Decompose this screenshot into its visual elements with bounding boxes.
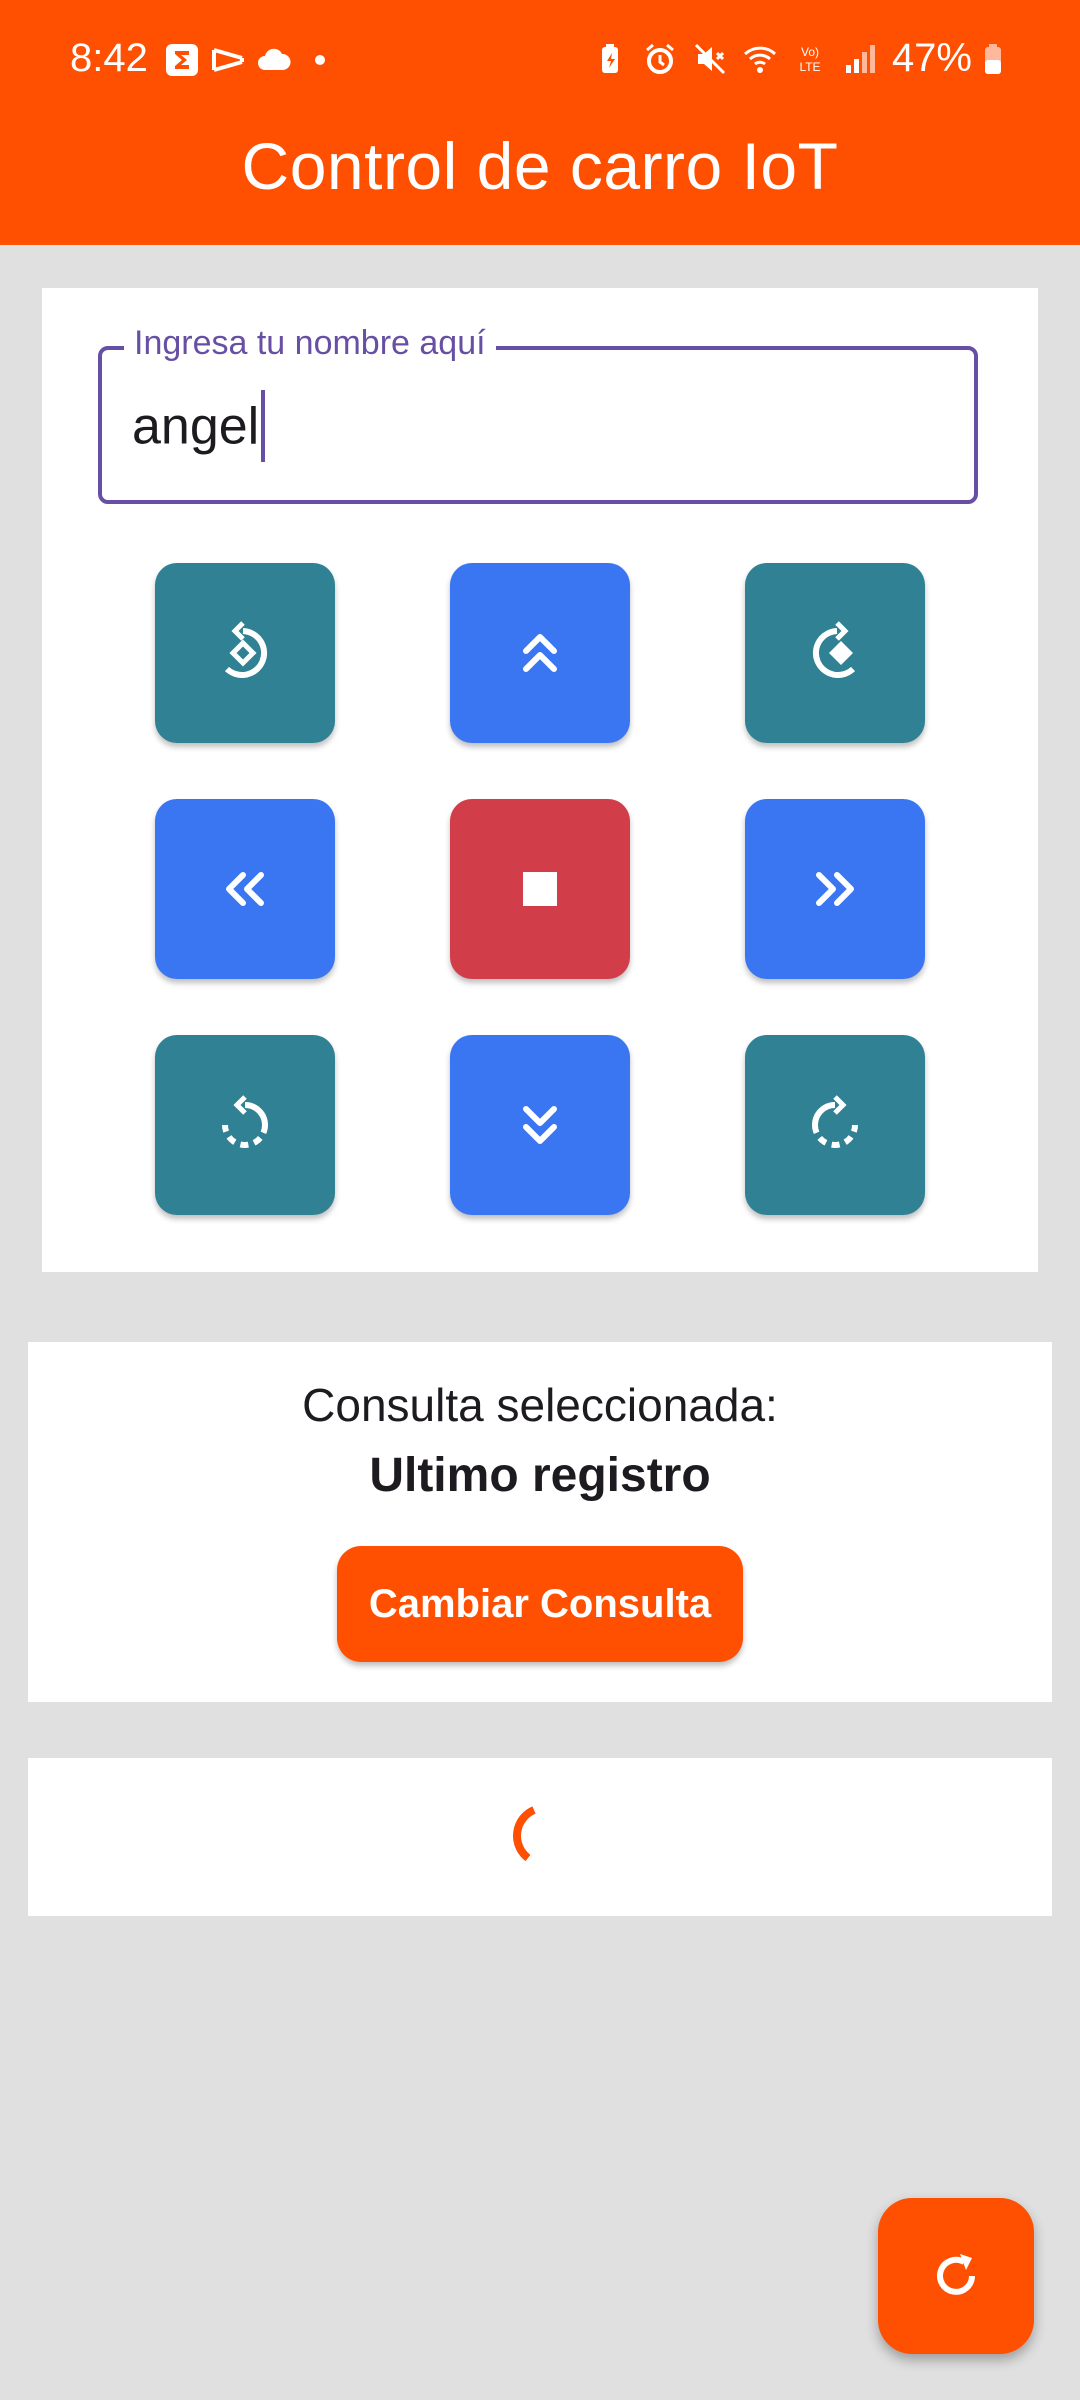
status-left-icons — [164, 42, 338, 78]
control-grid — [155, 563, 925, 1215]
double-chevron-right-icon — [816, 872, 854, 906]
refresh-icon — [937, 2254, 975, 2295]
name-input-value: angel — [132, 397, 260, 456]
stop-button[interactable] — [450, 799, 630, 979]
name-input-label: Ingresa tu nombre aquí — [124, 324, 496, 363]
change-query-button[interactable]: Cambiar Consulta — [337, 1546, 743, 1662]
rotate-right-button[interactable] — [745, 563, 925, 743]
cloud-icon — [258, 48, 291, 70]
mute-icon — [694, 43, 725, 74]
battery-icon — [985, 43, 1001, 74]
rotate-ccw-dashed-icon — [222, 1095, 268, 1149]
battery-saver-icon — [601, 43, 618, 73]
stop-icon — [523, 872, 557, 906]
controls-card: Ingresa tu nombre aquí angel — [42, 288, 1038, 1272]
name-input-value-wrap: angel — [132, 390, 266, 466]
turn-right-button[interactable] — [745, 1035, 925, 1215]
loading-card — [28, 1758, 1052, 1916]
svg-text:Vo): Vo) — [801, 45, 819, 59]
rotate-right-diamond-icon — [812, 621, 856, 678]
wifi-icon — [743, 46, 776, 73]
svg-text:LTE: LTE — [799, 60, 820, 74]
status-right: Vo) LTE 47% — [592, 36, 1010, 81]
text-caret — [261, 390, 266, 462]
signal-icon — [845, 44, 875, 73]
dot-icon — [315, 55, 325, 65]
double-chevron-left-icon — [226, 872, 264, 906]
app-title: Control de carro IoT — [241, 129, 839, 203]
rotate-cw-dashed-icon — [812, 1095, 858, 1149]
query-value: Ultimo registro — [369, 1449, 711, 1502]
query-card: Consulta seleccionada: Ultimo registro C… — [28, 1342, 1052, 1702]
progress-spinner-icon — [513, 1806, 536, 1862]
rotate-left-diamond-icon — [224, 621, 268, 678]
rotate-left-button[interactable] — [155, 563, 335, 743]
double-chevron-down-icon — [523, 1106, 557, 1144]
forward-button[interactable] — [450, 563, 630, 743]
battery-percent: 47% — [891, 36, 972, 80]
volte-icon: Vo)LTE — [799, 45, 820, 74]
left-button[interactable] — [155, 799, 335, 979]
name-input[interactable]: Ingresa tu nombre aquí angel — [98, 324, 978, 504]
status-time: 8:42 — [70, 36, 148, 80]
right-button[interactable] — [745, 799, 925, 979]
turn-left-button[interactable] — [155, 1035, 335, 1215]
query-label: Consulta seleccionada: — [302, 1379, 778, 1431]
status-bar: 8:42 Vo) LTE 47% — [0, 0, 1080, 120]
alarm-icon — [645, 43, 674, 74]
sigma-app-icon — [166, 44, 198, 76]
refresh-fab[interactable] — [878, 2198, 1034, 2354]
double-chevron-up-icon — [523, 634, 557, 672]
capcut-icon — [212, 48, 244, 72]
app-bar: 8:42 Vo) LTE 47% Control de carro IoT — [0, 0, 1080, 245]
backward-button[interactable] — [450, 1035, 630, 1215]
